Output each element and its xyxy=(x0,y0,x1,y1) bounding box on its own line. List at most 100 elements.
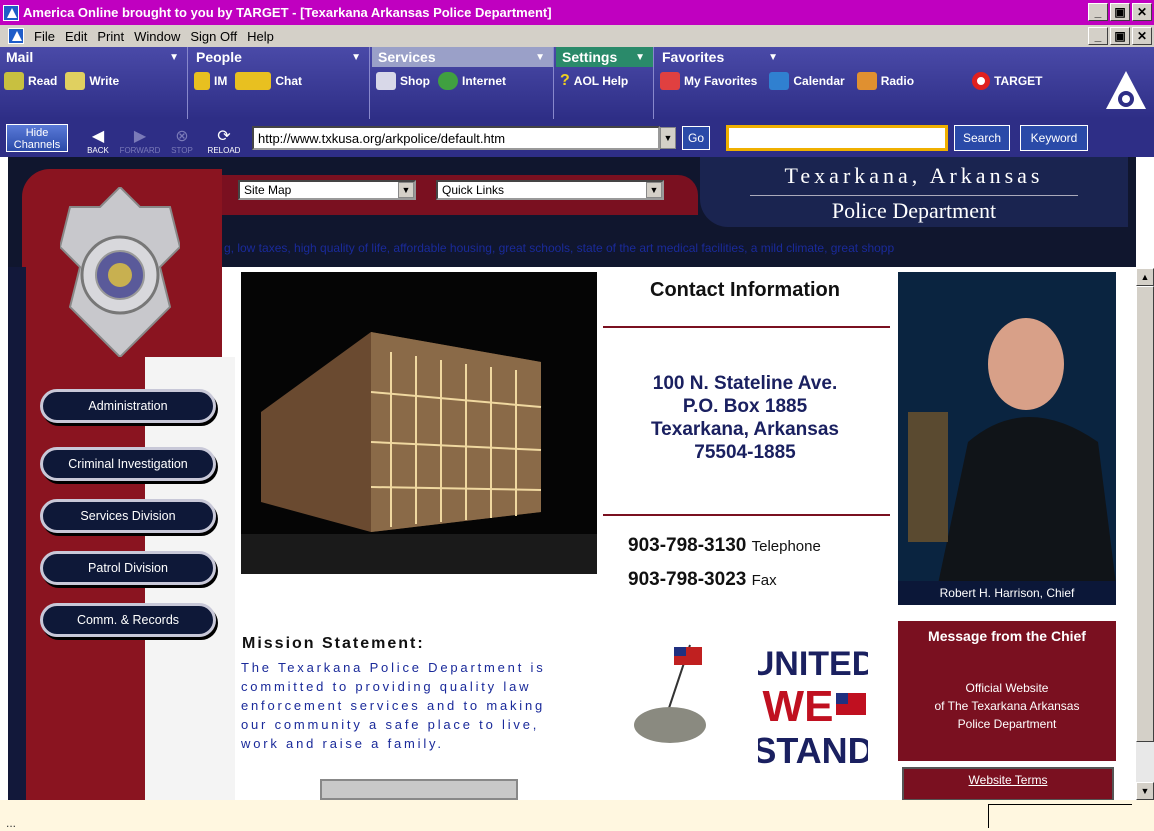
settings-menu[interactable]: Settings ▼ xyxy=(556,47,653,67)
sidebar-edge xyxy=(8,267,26,800)
write-button[interactable]: Write xyxy=(65,72,119,90)
services-menu[interactable]: Services ▼ xyxy=(372,47,553,67)
official-line: of The Texarkana Arkansas xyxy=(934,699,1080,713)
aol-toolbar: Mail ▼ Read Write People ▼ IM Chat Service… xyxy=(0,47,1154,119)
read-label: Read xyxy=(28,74,58,88)
back-button[interactable]: ◀ BACK xyxy=(78,121,118,155)
mission-line: enforcement services and to making xyxy=(241,698,546,713)
maximize-button[interactable]: ▣ xyxy=(1110,3,1130,21)
nav-comm-records[interactable]: Comm. & Records xyxy=(40,603,216,637)
site-map-select[interactable]: Site Map ▼ xyxy=(238,180,416,200)
search-button[interactable]: Search xyxy=(954,125,1010,151)
keyword-button[interactable]: Keyword xyxy=(1020,125,1088,151)
forward-arrow-icon: ▶ xyxy=(133,128,147,145)
united-we-stand-logo: UNITED WE STAND xyxy=(758,645,868,767)
doc-restore-button[interactable]: ▣ xyxy=(1110,27,1130,45)
header-department: Police Department xyxy=(750,195,1078,224)
search-input[interactable] xyxy=(726,125,948,151)
forward-label: FORWARD xyxy=(119,146,161,155)
telephone-label: Telephone xyxy=(751,538,821,555)
services-group: Services ▼ Shop Internet xyxy=(372,47,554,119)
chat-people-icon xyxy=(235,72,272,90)
scroll-down-button[interactable]: ▼ xyxy=(1136,782,1154,800)
forward-button[interactable]: ▶ FORWARD xyxy=(119,121,161,155)
settings-label: Settings xyxy=(562,49,618,65)
scrolling-marquee: g, low taxes, high quality of life, affo… xyxy=(224,241,895,255)
calendar-icon xyxy=(769,72,790,90)
quick-links-select[interactable]: Quick Links ▼ xyxy=(436,180,664,200)
chevron-down-icon: ▼ xyxy=(768,51,778,63)
aol-logo-icon xyxy=(1106,71,1146,109)
shop-button[interactable]: Shop xyxy=(376,72,430,90)
telephone-number: 903-798-3130 xyxy=(628,535,747,556)
police-badge-icon xyxy=(60,187,180,357)
favorites-group: Favorites ▼ My Favorites Calendar Radio T… xyxy=(656,47,1106,119)
mission-title: Mission Statement: xyxy=(242,635,425,652)
internet-button[interactable]: Internet xyxy=(438,72,506,90)
menu-file[interactable]: File xyxy=(34,29,55,44)
menu-help[interactable]: Help xyxy=(247,29,274,44)
shop-label: Shop xyxy=(400,74,430,88)
title-bar: America Online brought to you by TARGET … xyxy=(0,0,1154,25)
minimize-button[interactable]: _ xyxy=(1088,3,1108,21)
radio-icon xyxy=(856,72,877,90)
mission-body: The Texarkana Police Department is commi… xyxy=(241,658,611,753)
close-button[interactable]: ✕ xyxy=(1132,3,1152,21)
vertical-scrollbar[interactable]: ▲ ▼ xyxy=(1136,268,1154,800)
url-dropdown-button[interactable]: ▼ xyxy=(660,127,676,149)
address-line: 75504-1885 xyxy=(694,442,796,463)
url-field[interactable]: http://www.txkusa.org/arkpolice/default.… xyxy=(252,126,660,150)
chevron-down-icon: ▼ xyxy=(351,51,361,63)
mail-label: Mail xyxy=(6,49,34,65)
reload-button[interactable]: ⟳ RELOAD xyxy=(204,121,244,155)
my-favorites-button[interactable]: My Favorites xyxy=(660,72,757,90)
go-button[interactable]: Go xyxy=(682,126,710,150)
message-from-chief-link[interactable]: Message from the Chief xyxy=(898,621,1116,651)
chevron-down-icon: ▼ xyxy=(535,51,545,63)
doc-close-button[interactable]: ✕ xyxy=(1132,27,1152,45)
chevron-down-icon[interactable]: ▼ xyxy=(398,182,414,198)
mail-menu[interactable]: Mail ▼ xyxy=(0,47,187,67)
calendar-button[interactable]: Calendar xyxy=(769,72,845,90)
settings-group: Settings ▼ ? AOL Help xyxy=(556,47,654,119)
im-button[interactable]: IM xyxy=(194,72,227,90)
chat-button[interactable]: Chat xyxy=(235,72,302,90)
stop-button[interactable]: ⊗ STOP xyxy=(162,121,202,155)
people-menu[interactable]: People ▼ xyxy=(190,47,369,67)
target-label: TARGET xyxy=(994,74,1043,88)
police-building-photo xyxy=(241,272,597,574)
heart-icon xyxy=(660,72,680,90)
nav-criminal-investigation[interactable]: Criminal Investigation xyxy=(40,447,216,481)
menu-bar: File Edit Print Window Sign Off Help _ ▣… xyxy=(0,25,1154,47)
uws-stand: STAND xyxy=(758,730,868,767)
doc-minimize-button[interactable]: _ xyxy=(1088,27,1108,45)
address-bar: Hide Channels ◀ BACK ▶ FORWARD ⊗ STOP ⟳ RELO… xyxy=(0,119,1154,157)
running-man-icon xyxy=(194,72,210,90)
radio-label: Radio xyxy=(880,74,915,88)
address-line: Texarkana, Arkansas xyxy=(650,419,839,440)
menu-edit[interactable]: Edit xyxy=(65,29,87,44)
question-icon: ? xyxy=(560,72,570,89)
menu-print[interactable]: Print xyxy=(97,29,124,44)
website-terms-link[interactable]: Website Terms xyxy=(902,767,1114,800)
scroll-up-button[interactable]: ▲ xyxy=(1136,268,1154,286)
aol-app-icon[interactable] xyxy=(3,4,19,21)
aol-help-button[interactable]: ? AOL Help xyxy=(560,72,628,90)
chevron-down-icon[interactable]: ▼ xyxy=(646,182,662,198)
nav-services-division[interactable]: Services Division xyxy=(40,499,216,533)
favorites-menu[interactable]: Favorites ▼ xyxy=(656,47,786,67)
nav-administration[interactable]: Administration xyxy=(40,389,216,423)
scroll-thumb[interactable] xyxy=(1136,286,1154,742)
status-text: ... xyxy=(6,816,17,830)
target-icon xyxy=(972,72,991,90)
read-button[interactable]: Read xyxy=(4,72,57,90)
doc-icon[interactable] xyxy=(8,28,24,44)
radio-button[interactable]: Radio xyxy=(856,72,915,90)
menu-sign-off[interactable]: Sign Off xyxy=(190,29,237,44)
hide-channels-button[interactable]: Hide Channels xyxy=(6,124,68,152)
mailbox-icon xyxy=(4,72,24,90)
nav-patrol-division[interactable]: Patrol Division xyxy=(40,551,216,585)
target-button[interactable]: TARGET xyxy=(972,72,1043,90)
chevron-down-icon: ▼ xyxy=(635,51,645,63)
menu-window[interactable]: Window xyxy=(134,29,180,44)
